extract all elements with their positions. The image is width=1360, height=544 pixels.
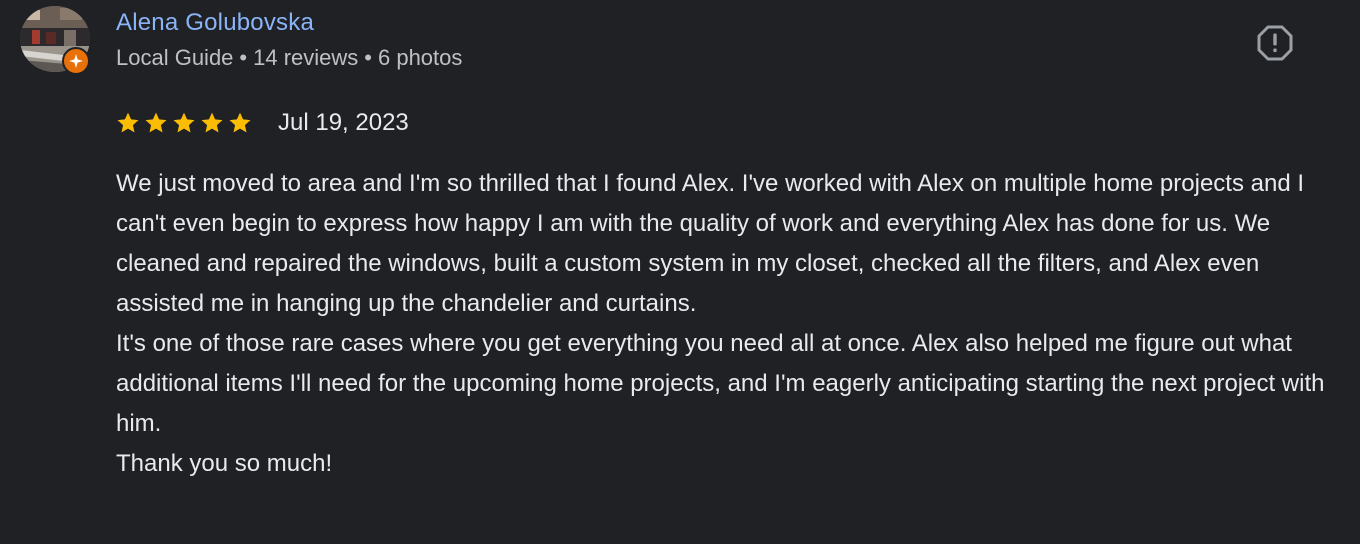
review-card: Alena Golubovska Local Guide • 14 reviews •… (0, 0, 1360, 544)
star-rating (116, 111, 252, 135)
local-guide-badge-icon (62, 47, 90, 75)
review-paragraph: It's one of those rare cases where you g… (116, 330, 1325, 437)
star-icon (117, 112, 139, 133)
reviewer-photos-count: 6 photos (377, 45, 463, 70)
star-icon (173, 112, 195, 133)
reviewer-meta: Local Guide • 14 reviews • 6 photos (116, 44, 462, 72)
rating-row: Jul 19, 2023 (116, 106, 409, 140)
avatar-wrap[interactable] (20, 6, 92, 78)
report-flag-icon (1257, 25, 1293, 61)
review-paragraph: We just moved to area and I'm so thrille… (116, 170, 1304, 317)
report-review-button[interactable] (1254, 22, 1296, 64)
review-text: We just moved to area and I'm so thrille… (116, 164, 1346, 484)
review-date: Jul 19, 2023 (278, 109, 409, 136)
star-icon (201, 112, 223, 133)
star-icon (145, 112, 167, 133)
reviewer-name[interactable]: Alena Golubovska (116, 8, 314, 38)
meta-separator: • (364, 45, 372, 70)
star-icon (229, 112, 251, 133)
reviewer-reviews-count: 14 reviews (253, 45, 359, 70)
review-paragraph: Thank you so much! (116, 450, 333, 477)
meta-separator: • (239, 45, 248, 70)
reviewer-title: Local Guide (116, 45, 234, 70)
